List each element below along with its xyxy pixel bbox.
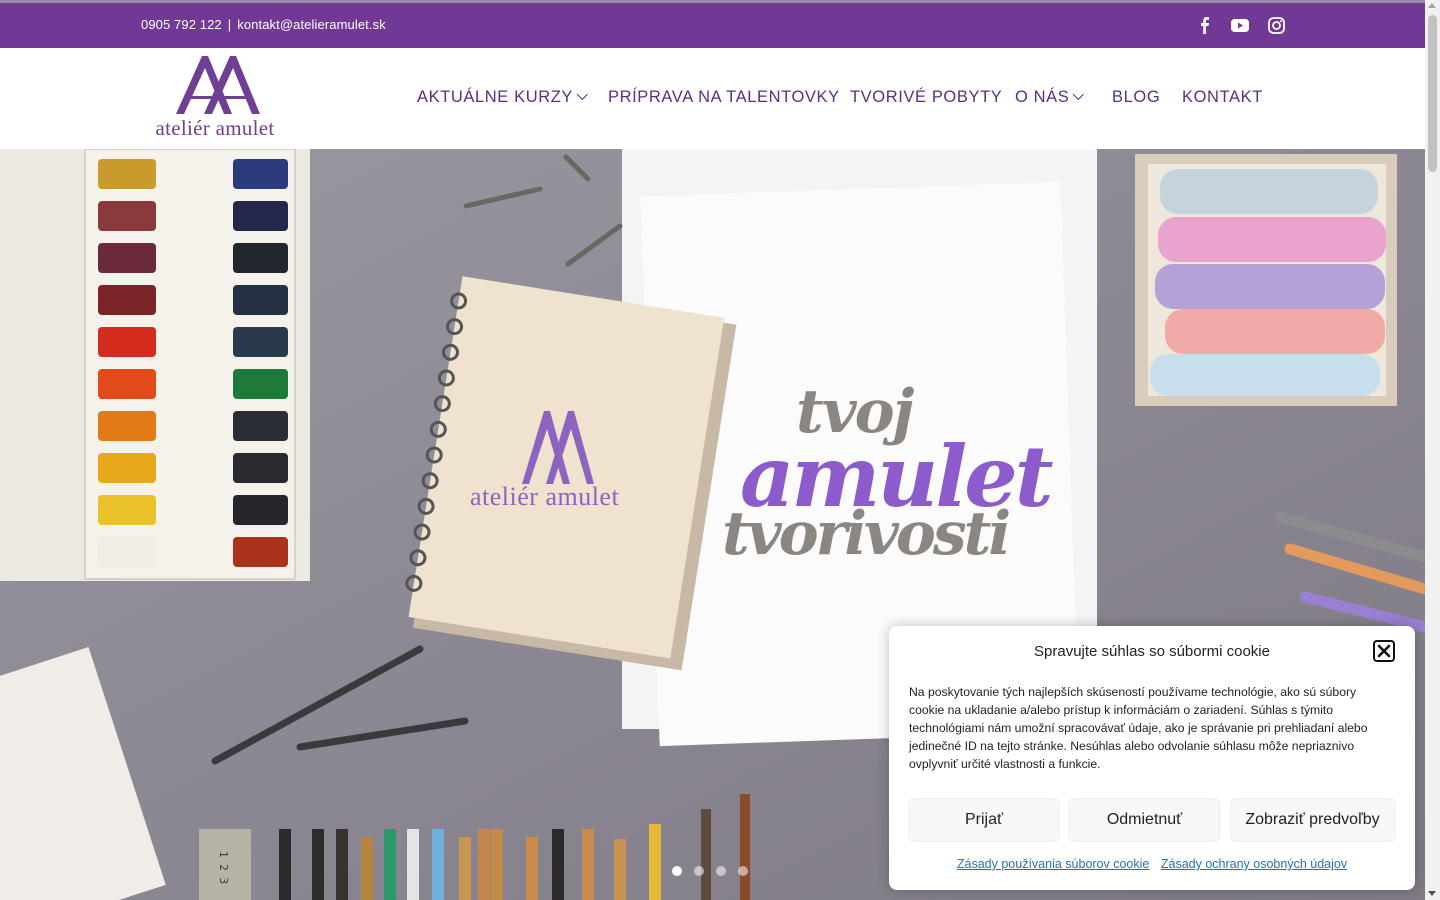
notebook-logo-text: ateliér amulet (470, 482, 620, 511)
youtube-icon[interactable] (1229, 14, 1251, 36)
nav-item-priprava-na-talentovky[interactable]: PRÍPRAVA NA TALENTOVKY (608, 88, 840, 107)
top-bar: 0905 792 122 | kontakt@atelieramulet.sk (0, 3, 1425, 48)
email-link[interactable]: kontakt@atelieramulet.sk (237, 17, 386, 32)
nav-item-blog[interactable]: BLOG (1112, 88, 1160, 107)
nav-item-tvorive-pobyty[interactable]: TVORIVÉ POBYTY (850, 88, 1002, 107)
nav-item-o-nas[interactable]: O NÁS (1015, 88, 1085, 107)
ruler-marks: 1 2 3 (217, 851, 230, 885)
nav-label: PRÍPRAVA NA TALENTOVKY (608, 88, 840, 106)
chevron-down-icon (1072, 88, 1085, 101)
slider-dot-3[interactable] (716, 866, 726, 876)
scroll-up-arrow-icon[interactable] (1428, 3, 1436, 8)
nav-label: O NÁS (1015, 88, 1070, 106)
slider-dot-1[interactable] (672, 866, 682, 876)
slider-dot-2[interactable] (694, 866, 704, 876)
nav-label: TVORIVÉ POBYTY (850, 88, 1003, 106)
contact-separator: | (227, 17, 232, 32)
cookie-consent-dialog: Spravujte súhlas so súbormi cookie Na po… (889, 626, 1415, 890)
chevron-down-icon (576, 88, 588, 101)
accept-button[interactable]: Prijať (909, 798, 1059, 842)
logo-text: ateliér amulet (155, 116, 275, 140)
cookie-dialog-title: Spravujte súhlas so súbormi cookie (1034, 643, 1270, 660)
slider-dots (672, 866, 748, 876)
scroll-down-arrow-icon[interactable] (1428, 891, 1436, 896)
close-icon[interactable] (1373, 640, 1395, 662)
nav-label: BLOG (1112, 88, 1161, 106)
nav-item-aktualne-kurzy[interactable]: AKTUÁLNE KURZY (417, 88, 588, 107)
page-scrollbar[interactable] (1425, 0, 1440, 900)
facebook-icon[interactable] (1193, 14, 1215, 36)
contact-info: 0905 792 122 | kontakt@atelieramulet.sk (141, 17, 386, 32)
phone-number[interactable]: 0905 792 122 (141, 17, 222, 32)
instagram-icon[interactable] (1265, 14, 1287, 36)
cookie-dialog-links: Zásady používania súborov cookie Zásady … (889, 857, 1415, 871)
slogan-line-3: tvorivosti (722, 499, 1011, 569)
cookie-policy-link[interactable]: Zásady používania súborov cookie (957, 857, 1149, 871)
nav-item-kontakt[interactable]: KONTAKT (1182, 88, 1263, 107)
privacy-policy-link[interactable]: Zásady ochrany osobných údajov (1161, 857, 1347, 871)
cookie-dialog-message: Na poskytovanie tých najlepších skúsenos… (909, 685, 1368, 771)
nav-label: AKTUÁLNE KURZY (417, 88, 574, 106)
site-logo[interactable]: ateliér amulet (140, 52, 290, 142)
logo-mark-icon (176, 56, 260, 114)
nav-label: KONTAKT (1182, 88, 1263, 106)
deny-button[interactable]: Odmietnuť (1069, 798, 1220, 842)
scrollbar-thumb[interactable] (1428, 15, 1437, 172)
preferences-button[interactable]: Zobraziť predvoľby (1230, 798, 1395, 842)
slider-dot-4[interactable] (738, 866, 748, 876)
